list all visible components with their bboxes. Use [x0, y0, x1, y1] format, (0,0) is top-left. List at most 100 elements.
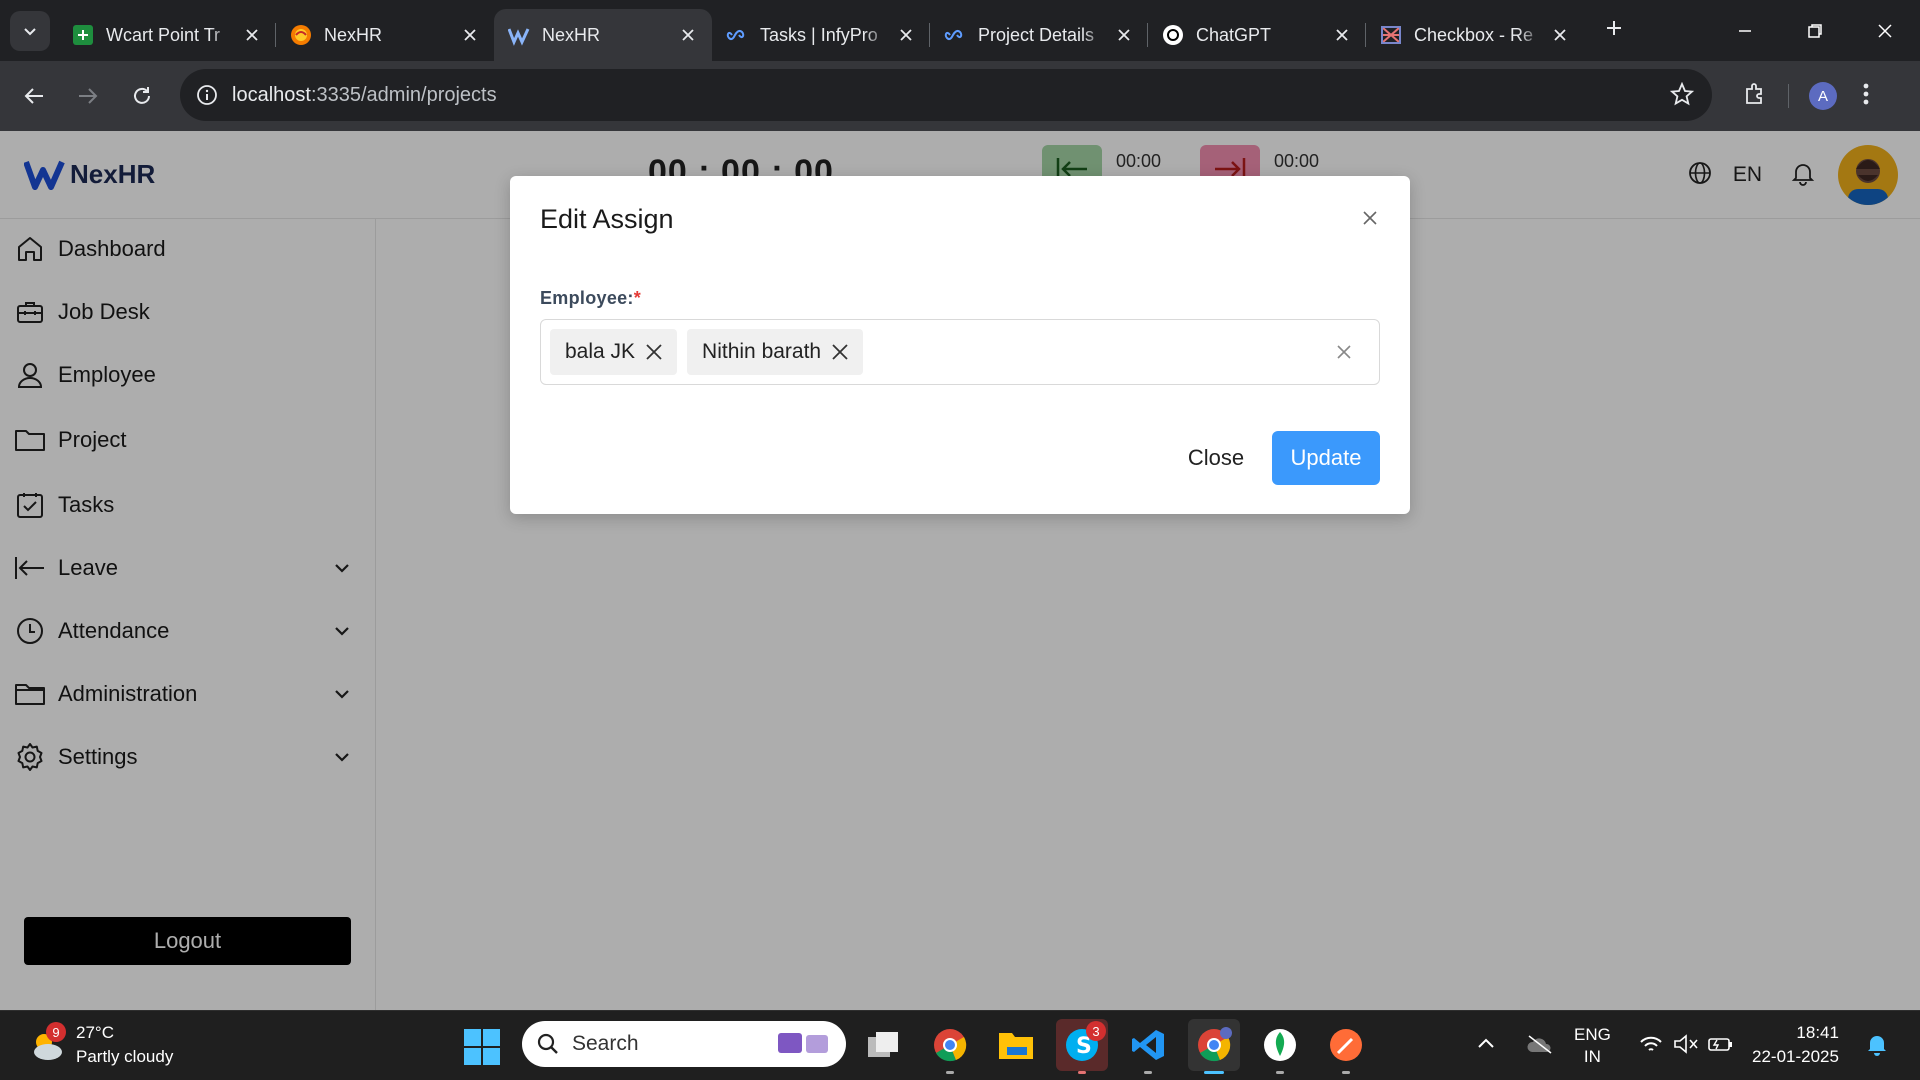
- taskbar-search[interactable]: Search: [522, 1021, 846, 1067]
- browser-toolbar: localhost:3335/admin/projects A: [0, 61, 1920, 131]
- weather-desc: Partly cloudy: [76, 1047, 174, 1066]
- mongodb-taskbar-app[interactable]: [1254, 1019, 1306, 1074]
- react-icon: [1380, 24, 1402, 46]
- menu-dots-icon[interactable]: [1863, 83, 1869, 110]
- browser-tab-active[interactable]: NexHR: [494, 9, 712, 61]
- tab-title: NexHR: [324, 24, 383, 45]
- folder-icon: [999, 1033, 1033, 1059]
- task-view-button[interactable]: [858, 1019, 910, 1071]
- start-button[interactable]: [464, 1029, 500, 1070]
- browser-tab[interactable]: Project Details: [930, 9, 1148, 61]
- tab-title: Tasks | InfyPro: [760, 24, 878, 45]
- close-tab-icon[interactable]: [242, 25, 262, 45]
- reload-icon: [134, 87, 150, 104]
- volume-muted-icon[interactable]: [1673, 1033, 1699, 1059]
- close-tab-icon[interactable]: [460, 25, 480, 45]
- weather-badge: 9: [46, 1022, 66, 1042]
- browser-tab[interactable]: ChatGPT: [1148, 9, 1366, 61]
- arrow-right-icon: [79, 88, 98, 104]
- update-button[interactable]: Update: [1272, 431, 1380, 485]
- clock-time: 18:41: [1796, 1023, 1839, 1042]
- bookmark-star-icon[interactable]: [1669, 81, 1695, 111]
- vscode-taskbar-app[interactable]: [1122, 1019, 1174, 1074]
- browser-tab[interactable]: Tasks | InfyPro: [712, 9, 930, 61]
- url-text: localhost:3335/admin/projects: [232, 83, 497, 106]
- close-tab-icon[interactable]: [1114, 25, 1134, 45]
- mongodb-icon: [1264, 1029, 1296, 1061]
- browser-tab-strip: Wcart Point Tr NexHR NexHR Tasks | InfyP…: [0, 0, 1920, 61]
- browser-tab[interactable]: NexHR: [276, 9, 494, 61]
- tab-title: ChatGPT: [1196, 24, 1272, 45]
- browser-tab[interactable]: Wcart Point Tr: [58, 9, 276, 61]
- close-button[interactable]: Close: [1168, 431, 1264, 485]
- weather-temp: 27°C: [76, 1023, 114, 1042]
- system-clock[interactable]: 18:41 22-01-2025: [1752, 1021, 1839, 1069]
- chrome-profile-taskbar-app[interactable]: [1188, 1019, 1240, 1074]
- chrome-icon: [1198, 1027, 1232, 1062]
- postman-taskbar-app[interactable]: [1320, 1019, 1372, 1074]
- toolbar-right: A: [1730, 61, 1869, 131]
- toolbar-divider: [1788, 84, 1789, 108]
- infinity-icon: [944, 24, 966, 46]
- chip-label: Nithin barath: [702, 340, 822, 363]
- employee-field-label: Employee:*: [540, 288, 642, 308]
- skype-badge: 3: [1086, 1021, 1106, 1041]
- weather-text: 27°C Partly cloudy: [76, 1021, 173, 1069]
- windows-taskbar: 9 27°C Partly cloudy Search S3 ENG IN 18:…: [0, 1010, 1920, 1080]
- profile-avatar[interactable]: A: [1809, 82, 1837, 110]
- chrome-taskbar-app[interactable]: [924, 1019, 976, 1074]
- clock-date: 22-01-2025: [1752, 1047, 1839, 1066]
- remove-chip-icon[interactable]: [829, 341, 851, 363]
- modal-title: Edit Assign: [540, 204, 674, 234]
- clear-selection-icon[interactable]: [1333, 341, 1355, 363]
- site-info-icon[interactable]: [196, 84, 218, 106]
- search-placeholder: Search: [572, 1032, 639, 1055]
- battery-icon[interactable]: [1707, 1034, 1733, 1059]
- search-highlight-icon: [774, 1025, 834, 1064]
- chip-label: bala JK: [565, 340, 636, 363]
- windows-logo-icon: [464, 1029, 500, 1065]
- back-button[interactable]: [8, 70, 60, 122]
- extensions-icon[interactable]: [1742, 81, 1768, 112]
- chrome-icon: [934, 1029, 967, 1062]
- skype-taskbar-app[interactable]: S3: [1056, 1019, 1108, 1074]
- notification-bell-icon[interactable]: [1866, 1033, 1888, 1062]
- window-controls: [1710, 0, 1920, 61]
- browser-tab[interactable]: Checkbox - Re: [1366, 9, 1584, 61]
- close-icon[interactable]: [1358, 206, 1382, 230]
- tab-title: Project Details: [978, 24, 1095, 45]
- forward-button[interactable]: [62, 70, 114, 122]
- close-tab-icon[interactable]: [1332, 25, 1352, 45]
- remove-chip-icon[interactable]: [643, 341, 665, 363]
- postman-icon: [1330, 1029, 1362, 1061]
- close-window-button[interactable]: [1850, 0, 1920, 61]
- wifi-icon[interactable]: [1639, 1034, 1663, 1059]
- weather-widget[interactable]: 9 27°C Partly cloudy: [26, 1021, 173, 1069]
- selected-employee-chip: Nithin barath: [687, 329, 864, 375]
- chevron-up-icon[interactable]: [1476, 1034, 1496, 1059]
- arrow-left-icon: [24, 88, 43, 104]
- new-tab-button[interactable]: [1594, 8, 1634, 48]
- app-viewport: NexHR 00 : 00 : 00 00:00 00:00 EN Dashbo…: [0, 131, 1920, 1010]
- close-tab-icon[interactable]: [1550, 25, 1570, 45]
- close-tab-icon[interactable]: [678, 25, 698, 45]
- nexhr-orange-icon: [290, 24, 312, 46]
- restore-button[interactable]: [1780, 0, 1850, 61]
- vscode-icon: [1132, 1030, 1164, 1060]
- tab-search-button[interactable]: [10, 10, 50, 51]
- input-language[interactable]: ENG IN: [1574, 1024, 1611, 1068]
- reload-button[interactable]: [116, 70, 168, 122]
- onedrive-icon[interactable]: [1526, 1034, 1554, 1059]
- nexhr-logo-icon: [508, 24, 530, 46]
- close-tab-icon[interactable]: [896, 25, 916, 45]
- partly-cloudy-icon: 9: [26, 1022, 68, 1066]
- tab-title: Wcart Point Tr: [106, 24, 221, 45]
- file-explorer-taskbar-app[interactable]: [990, 1019, 1042, 1071]
- minimize-button[interactable]: [1710, 0, 1780, 61]
- employee-multiselect[interactable]: bala JK Nithin barath: [540, 319, 1380, 385]
- address-bar[interactable]: localhost:3335/admin/projects: [180, 69, 1712, 121]
- required-mark: *: [633, 288, 642, 308]
- plus-icon: [1607, 20, 1621, 35]
- edit-assign-modal: Edit Assign Employee:* bala JK Nithin ba…: [510, 176, 1410, 514]
- chatgpt-icon: [1162, 24, 1184, 46]
